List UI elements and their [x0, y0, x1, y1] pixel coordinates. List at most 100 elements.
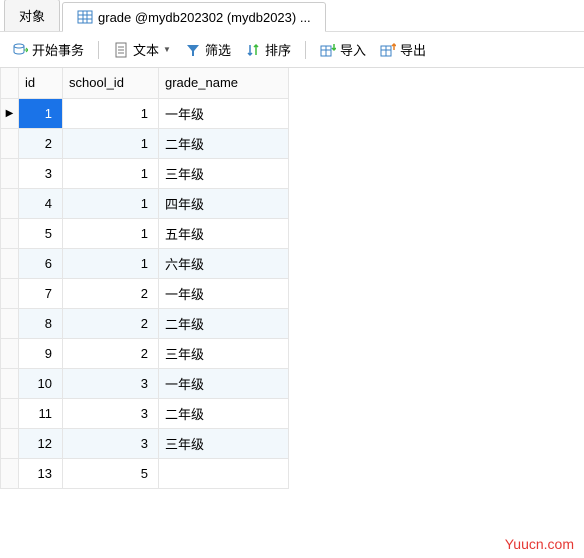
- table-row[interactable]: 103一年级: [1, 368, 289, 398]
- cell-id[interactable]: 6: [19, 248, 63, 278]
- data-grid[interactable]: id school_id grade_name ▶11一年级21二年级31三年级…: [0, 68, 289, 489]
- cell-school-id[interactable]: 3: [63, 398, 159, 428]
- sort-icon: [245, 42, 261, 58]
- cell-grade-name[interactable]: 二年级: [159, 128, 289, 158]
- table-row[interactable]: 31三年级: [1, 158, 289, 188]
- watermark: Yuucn.com: [505, 536, 574, 552]
- cell-id[interactable]: 1: [19, 98, 63, 128]
- separator: [305, 41, 306, 59]
- cell-school-id[interactable]: 1: [63, 158, 159, 188]
- tab-bar: 对象 grade @mydb202302 (mydb2023) ...: [0, 0, 584, 32]
- import-button[interactable]: 导入: [316, 38, 370, 61]
- cell-school-id[interactable]: 1: [63, 218, 159, 248]
- cell-grade-name[interactable]: 三年级: [159, 428, 289, 458]
- row-handle[interactable]: [1, 188, 19, 218]
- dropdown-arrow: ▼: [163, 45, 171, 54]
- table-icon: [77, 9, 93, 25]
- col-grade-name[interactable]: grade_name: [159, 68, 289, 98]
- cell-school-id[interactable]: 3: [63, 368, 159, 398]
- text-button[interactable]: 文本 ▼: [109, 38, 175, 61]
- cell-grade-name[interactable]: 一年级: [159, 98, 289, 128]
- row-handle[interactable]: [1, 398, 19, 428]
- table-row[interactable]: 21二年级: [1, 128, 289, 158]
- table-row[interactable]: 51五年级: [1, 218, 289, 248]
- toolbar: 开始事务 文本 ▼ 筛选 排序 导入 导出: [0, 32, 584, 68]
- table-row[interactable]: 123三年级: [1, 428, 289, 458]
- row-handle[interactable]: [1, 248, 19, 278]
- tab-table[interactable]: grade @mydb202302 (mydb2023) ...: [62, 2, 326, 32]
- separator: [98, 41, 99, 59]
- row-handle[interactable]: [1, 458, 19, 488]
- cell-grade-name[interactable]: [159, 458, 289, 488]
- cell-school-id[interactable]: 2: [63, 338, 159, 368]
- import-icon: [320, 42, 336, 58]
- export-label: 导出: [400, 40, 426, 59]
- filter-button[interactable]: 筛选: [181, 38, 235, 61]
- import-label: 导入: [340, 40, 366, 59]
- row-handle-header: [1, 68, 19, 98]
- cell-grade-name[interactable]: 二年级: [159, 398, 289, 428]
- begin-transaction-button[interactable]: 开始事务: [8, 38, 88, 61]
- row-handle[interactable]: [1, 338, 19, 368]
- row-handle[interactable]: [1, 428, 19, 458]
- cell-grade-name[interactable]: 二年级: [159, 308, 289, 338]
- cell-school-id[interactable]: 2: [63, 308, 159, 338]
- row-handle[interactable]: [1, 158, 19, 188]
- funnel-icon: [185, 42, 201, 58]
- row-handle[interactable]: [1, 128, 19, 158]
- col-id[interactable]: id: [19, 68, 63, 98]
- sort-button[interactable]: 排序: [241, 38, 295, 61]
- table-row[interactable]: 135: [1, 458, 289, 488]
- cell-id[interactable]: 7: [19, 278, 63, 308]
- cell-id[interactable]: 11: [19, 398, 63, 428]
- cell-grade-name[interactable]: 一年级: [159, 278, 289, 308]
- cell-grade-name[interactable]: 三年级: [159, 158, 289, 188]
- cell-id[interactable]: 3: [19, 158, 63, 188]
- cell-school-id[interactable]: 1: [63, 248, 159, 278]
- table-row[interactable]: ▶11一年级: [1, 98, 289, 128]
- export-icon: [380, 42, 396, 58]
- cell-grade-name[interactable]: 一年级: [159, 368, 289, 398]
- text-label: 文本: [133, 40, 159, 59]
- row-handle[interactable]: [1, 278, 19, 308]
- cell-id[interactable]: 8: [19, 308, 63, 338]
- cell-id[interactable]: 4: [19, 188, 63, 218]
- cell-id[interactable]: 10: [19, 368, 63, 398]
- tab-table-label: grade @mydb202302 (mydb2023) ...: [98, 10, 311, 25]
- table-row[interactable]: 41四年级: [1, 188, 289, 218]
- cell-id[interactable]: 13: [19, 458, 63, 488]
- cell-school-id[interactable]: 3: [63, 428, 159, 458]
- row-handle[interactable]: [1, 308, 19, 338]
- database-icon: [12, 42, 28, 58]
- table-row[interactable]: 113二年级: [1, 398, 289, 428]
- row-handle[interactable]: [1, 218, 19, 248]
- tab-object[interactable]: 对象: [4, 0, 60, 31]
- cell-id[interactable]: 9: [19, 338, 63, 368]
- sort-label: 排序: [265, 40, 291, 59]
- filter-label: 筛选: [205, 40, 231, 59]
- header-row: id school_id grade_name: [1, 68, 289, 98]
- cell-id[interactable]: 2: [19, 128, 63, 158]
- cell-grade-name[interactable]: 三年级: [159, 338, 289, 368]
- row-handle[interactable]: [1, 368, 19, 398]
- table-row[interactable]: 61六年级: [1, 248, 289, 278]
- document-icon: [113, 42, 129, 58]
- cell-id[interactable]: 12: [19, 428, 63, 458]
- cell-grade-name[interactable]: 四年级: [159, 188, 289, 218]
- cell-school-id[interactable]: 1: [63, 128, 159, 158]
- row-handle[interactable]: ▶: [1, 98, 19, 128]
- table-row[interactable]: 72一年级: [1, 278, 289, 308]
- export-button[interactable]: 导出: [376, 38, 430, 61]
- cell-school-id[interactable]: 1: [63, 188, 159, 218]
- col-school-id[interactable]: school_id: [63, 68, 159, 98]
- table-row[interactable]: 82二年级: [1, 308, 289, 338]
- cell-id[interactable]: 5: [19, 218, 63, 248]
- begin-transaction-label: 开始事务: [32, 40, 84, 59]
- table-row[interactable]: 92三年级: [1, 338, 289, 368]
- cell-school-id[interactable]: 2: [63, 278, 159, 308]
- cell-grade-name[interactable]: 六年级: [159, 248, 289, 278]
- tab-object-label: 对象: [19, 6, 45, 25]
- cell-grade-name[interactable]: 五年级: [159, 218, 289, 248]
- cell-school-id[interactable]: 5: [63, 458, 159, 488]
- cell-school-id[interactable]: 1: [63, 98, 159, 128]
